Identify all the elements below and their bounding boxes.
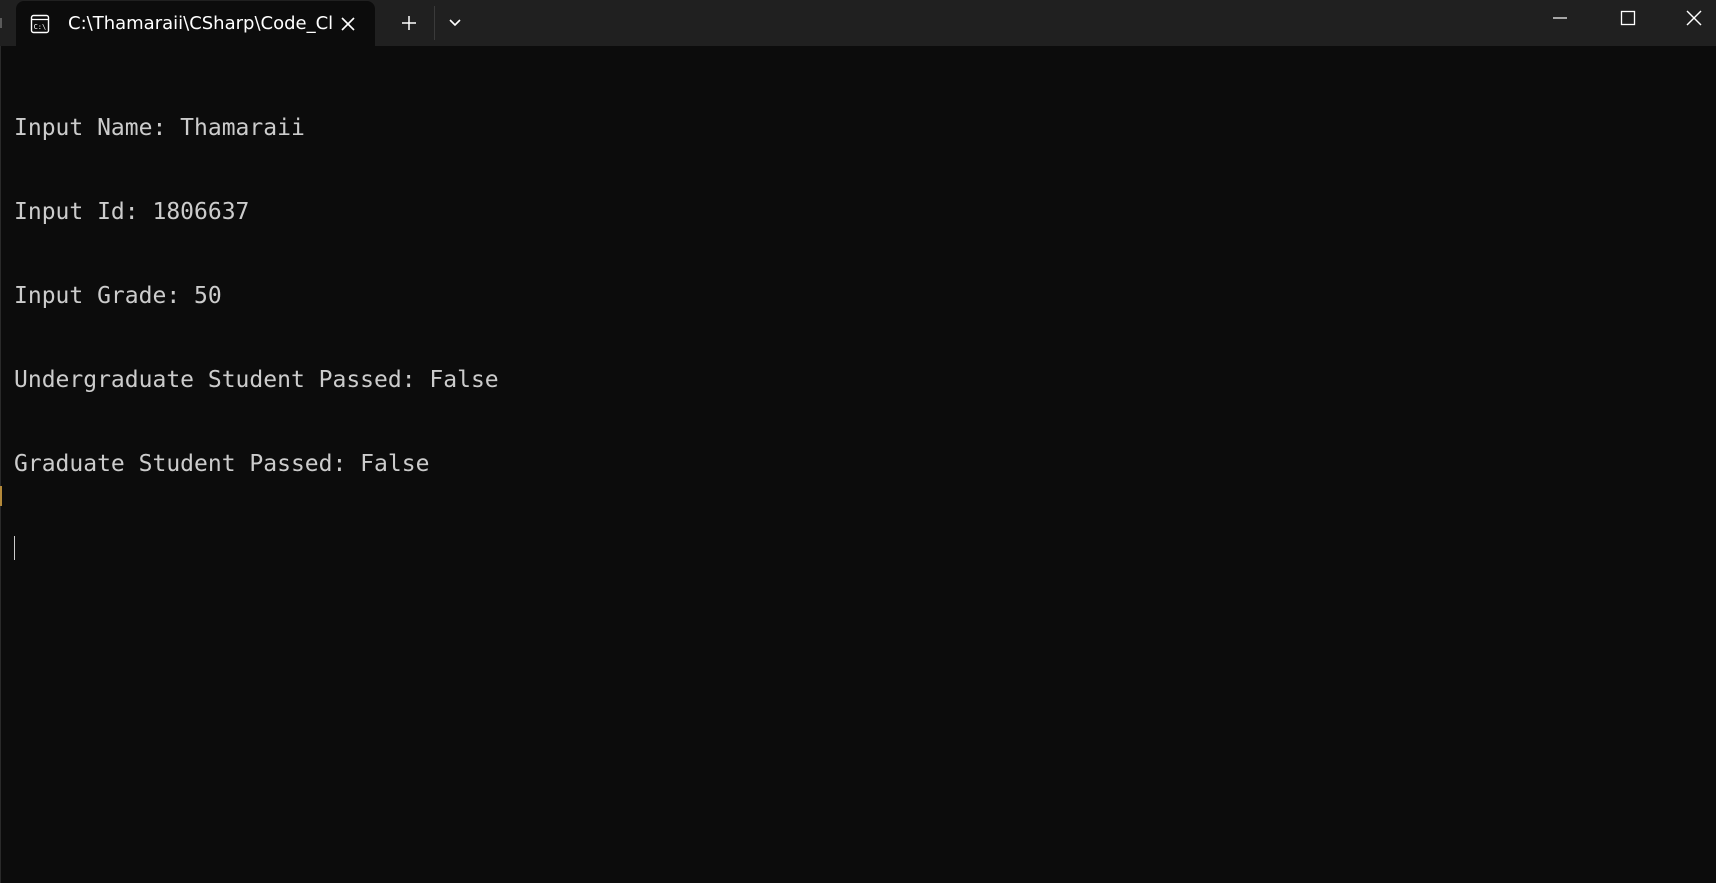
- prompt-line[interactable]: [14, 534, 499, 562]
- output-line-id: Input Id: 1806637: [14, 199, 250, 225]
- maximize-button[interactable]: [1594, 0, 1662, 36]
- close-window-button[interactable]: [1660, 0, 1716, 36]
- scroll-mark: [0, 486, 2, 506]
- close-icon: [1685, 9, 1703, 27]
- maximize-icon: [1620, 10, 1636, 26]
- console-output: Input Name: Thamaraii Input Id: 1806637 …: [14, 58, 499, 618]
- output-line-grade: Input Grade: 50: [14, 283, 222, 309]
- edge-mark: [0, 18, 2, 28]
- output-line-name: Input Name: Thamaraii: [14, 115, 305, 141]
- title-bar[interactable]: C:\ C:\Thamaraii\CSharp\Code_Cl: [0, 0, 1716, 46]
- chevron-down-icon: [448, 18, 462, 28]
- tab-active[interactable]: C:\ C:\Thamaraii\CSharp\Code_Cl: [16, 1, 375, 46]
- text-cursor: [14, 536, 15, 560]
- minimize-button[interactable]: [1526, 0, 1594, 36]
- titlebar-divider: [434, 6, 435, 40]
- terminal-window: C:\ C:\Thamaraii\CSharp\Code_Cl Input Na…: [0, 0, 1716, 883]
- plus-icon: [401, 15, 417, 31]
- output-line-undergraduate: Undergraduate Student Passed: False: [14, 367, 499, 393]
- tab-title: C:\Thamaraii\CSharp\Code_Cl: [68, 13, 332, 34]
- output-line-graduate: Graduate Student Passed: False: [14, 451, 430, 477]
- new-tab-button[interactable]: [394, 8, 424, 38]
- minimize-icon: [1552, 10, 1568, 26]
- tab-dropdown-button[interactable]: [440, 8, 470, 38]
- close-icon[interactable]: [336, 12, 360, 36]
- svg-text:C:\: C:\: [34, 23, 47, 31]
- window-left-border: [0, 46, 1, 883]
- terminal-icon: C:\: [30, 14, 50, 34]
